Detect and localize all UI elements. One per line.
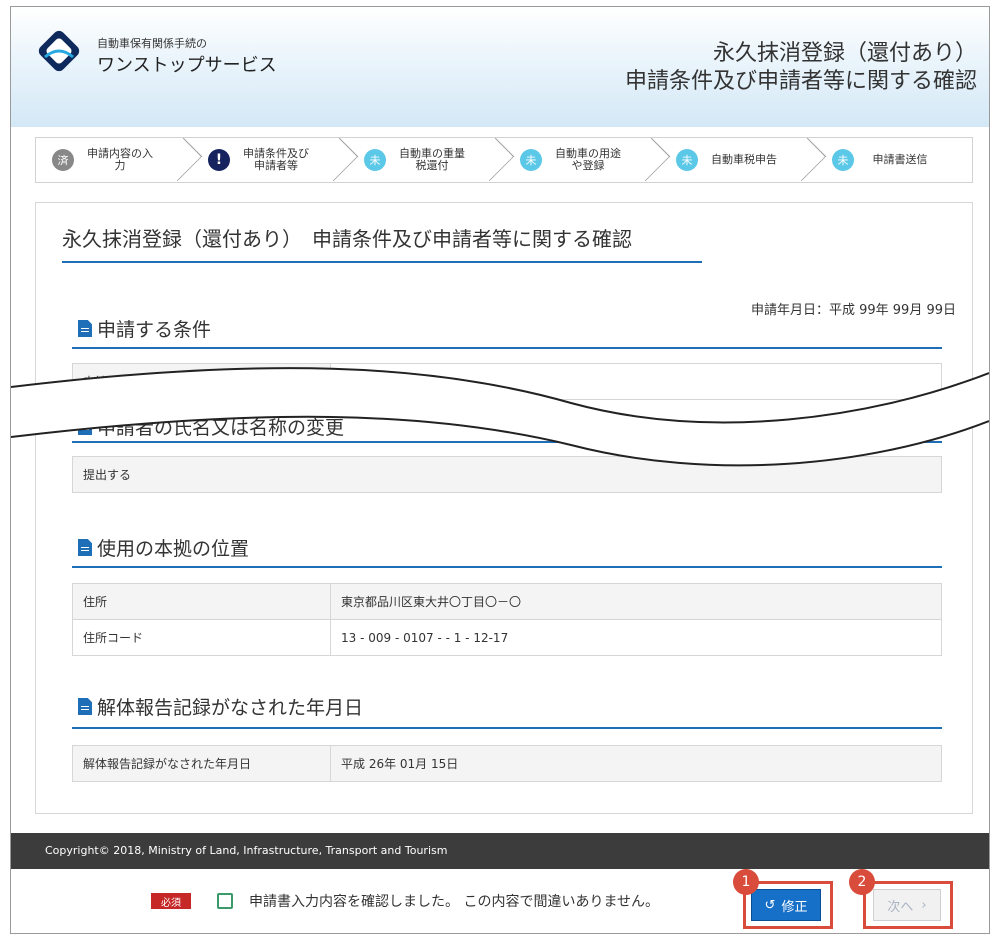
callout-2: 2 bbox=[849, 869, 875, 895]
step-usage: 未 自動車の用途や登録 bbox=[504, 138, 660, 182]
header-page-title: 申請条件及び申請者等に関する確認 bbox=[624, 69, 977, 94]
logo-icon bbox=[38, 30, 80, 72]
confirm-checkbox[interactable] bbox=[217, 893, 233, 909]
site-header: 自動車保有関係手続の ワンストップサービス 永久抹消登録（還付あり） 申請条件及… bbox=[11, 7, 989, 183]
progress-steps: 済 申請内容の入力 ! 申請条件及び申請者等 未 自動車の重量税還付 未 自動車… bbox=[35, 137, 973, 183]
row-value: 平成 26年 01月 15日 bbox=[330, 745, 942, 782]
section-title-location: 使用の本拠の位置 bbox=[78, 534, 249, 561]
row-value: 東京都品川区東大井〇丁目〇－〇 bbox=[330, 583, 942, 620]
fix-button-label: 修正 bbox=[781, 899, 808, 915]
section-title-text: 使用の本拠の位置 bbox=[97, 538, 250, 560]
fix-button[interactable]: ↺ 修正 bbox=[751, 889, 821, 921]
content-card: 永久抹消登録（還付あり） 申請条件及び申請者等に関する確認 申請年月日：平成 9… bbox=[35, 202, 973, 814]
step-input: 済 申請内容の入力 bbox=[36, 138, 192, 182]
page-break-wave bbox=[11, 367, 989, 467]
step-done-badge: 済 bbox=[52, 149, 74, 171]
step-label: 申請条件及び申請者等 bbox=[243, 147, 309, 172]
step-car-tax: 未 自動車税申告 bbox=[660, 138, 816, 182]
next-button[interactable]: 次へ › bbox=[873, 889, 941, 921]
step-todo-badge: 未 bbox=[832, 149, 854, 171]
step-label: 自動車税申告 bbox=[711, 153, 777, 166]
section-title-text: 申請する条件 bbox=[97, 319, 212, 341]
application-date: 申請年月日：平成 99年 99月 99日 bbox=[750, 303, 956, 318]
page-title: 永久抹消登録（還付あり） 申請条件及び申請者等に関する確認 bbox=[62, 227, 632, 251]
section-title-conditions: 申請する条件 bbox=[78, 315, 211, 342]
title-underline bbox=[62, 261, 702, 263]
section-title-text: 解体報告記録がなされた年月日 bbox=[97, 697, 364, 719]
step-current-badge: ! bbox=[208, 149, 230, 171]
app-window: 自動車保有関係手続の ワンストップサービス 永久抹消登録（還付あり） 申請条件及… bbox=[10, 6, 990, 934]
document-icon bbox=[78, 320, 92, 337]
section-title-dismantle: 解体報告記録がなされた年月日 bbox=[78, 693, 363, 720]
callout-1: 1 bbox=[733, 869, 759, 895]
table-row: 住所 東京都品川区東大井〇丁目〇－〇 bbox=[72, 583, 942, 620]
step-conditions: ! 申請条件及び申請者等 bbox=[192, 138, 348, 182]
row-value: 13 - 009 - 0107 - - 1 - 12-17 bbox=[330, 619, 942, 656]
step-label: 申請内容の入力 bbox=[87, 147, 153, 172]
section-underline bbox=[72, 347, 942, 349]
step-weight-tax: 未 自動車の重量税還付 bbox=[348, 138, 504, 182]
section-underline bbox=[72, 727, 942, 729]
step-label: 申請書送信 bbox=[872, 153, 928, 166]
required-badge: 必須 bbox=[151, 893, 191, 909]
document-icon bbox=[78, 539, 92, 556]
logo-subtitle: 自動車保有関係手続の bbox=[97, 37, 207, 50]
step-todo-badge: 未 bbox=[676, 149, 698, 171]
table-row: 住所コード 13 - 009 - 0107 - - 1 - 12-17 bbox=[72, 619, 942, 656]
document-icon bbox=[78, 698, 92, 715]
confirm-label[interactable]: 申請書入力内容を確認しました。 この内容で間違いありません。 bbox=[249, 891, 659, 911]
chevron-right-icon: › bbox=[921, 897, 927, 913]
step-label: 自動車の用途や登録 bbox=[555, 147, 621, 172]
step-todo-badge: 未 bbox=[364, 149, 386, 171]
row-label: 住所 bbox=[72, 583, 331, 620]
action-bar: 必須 申請書入力内容を確認しました。 この内容で間違いありません。 ↺ 修正 1… bbox=[11, 869, 989, 933]
dismantle-table: 解体報告記録がなされた年月日 平成 26年 01月 15日 bbox=[72, 745, 942, 782]
copyright-bar: Copyright© 2018, Ministry of Land, Infra… bbox=[11, 833, 989, 869]
section-underline bbox=[72, 566, 942, 568]
logo-title: ワンストップサービス bbox=[97, 55, 277, 76]
row-label: 住所コード bbox=[72, 619, 331, 656]
step-todo-badge: 未 bbox=[520, 149, 542, 171]
undo-icon: ↺ bbox=[764, 897, 776, 913]
location-table: 住所 東京都品川区東大井〇丁目〇－〇 住所コード 13 - 009 - 0107… bbox=[72, 583, 942, 656]
row-label: 解体報告記録がなされた年月日 bbox=[72, 745, 331, 782]
step-send: 未 申請書送信 bbox=[816, 138, 972, 182]
step-label: 自動車の重量税還付 bbox=[399, 147, 465, 172]
table-row: 解体報告記録がなされた年月日 平成 26年 01月 15日 bbox=[72, 745, 942, 782]
next-button-label: 次へ bbox=[887, 899, 914, 915]
